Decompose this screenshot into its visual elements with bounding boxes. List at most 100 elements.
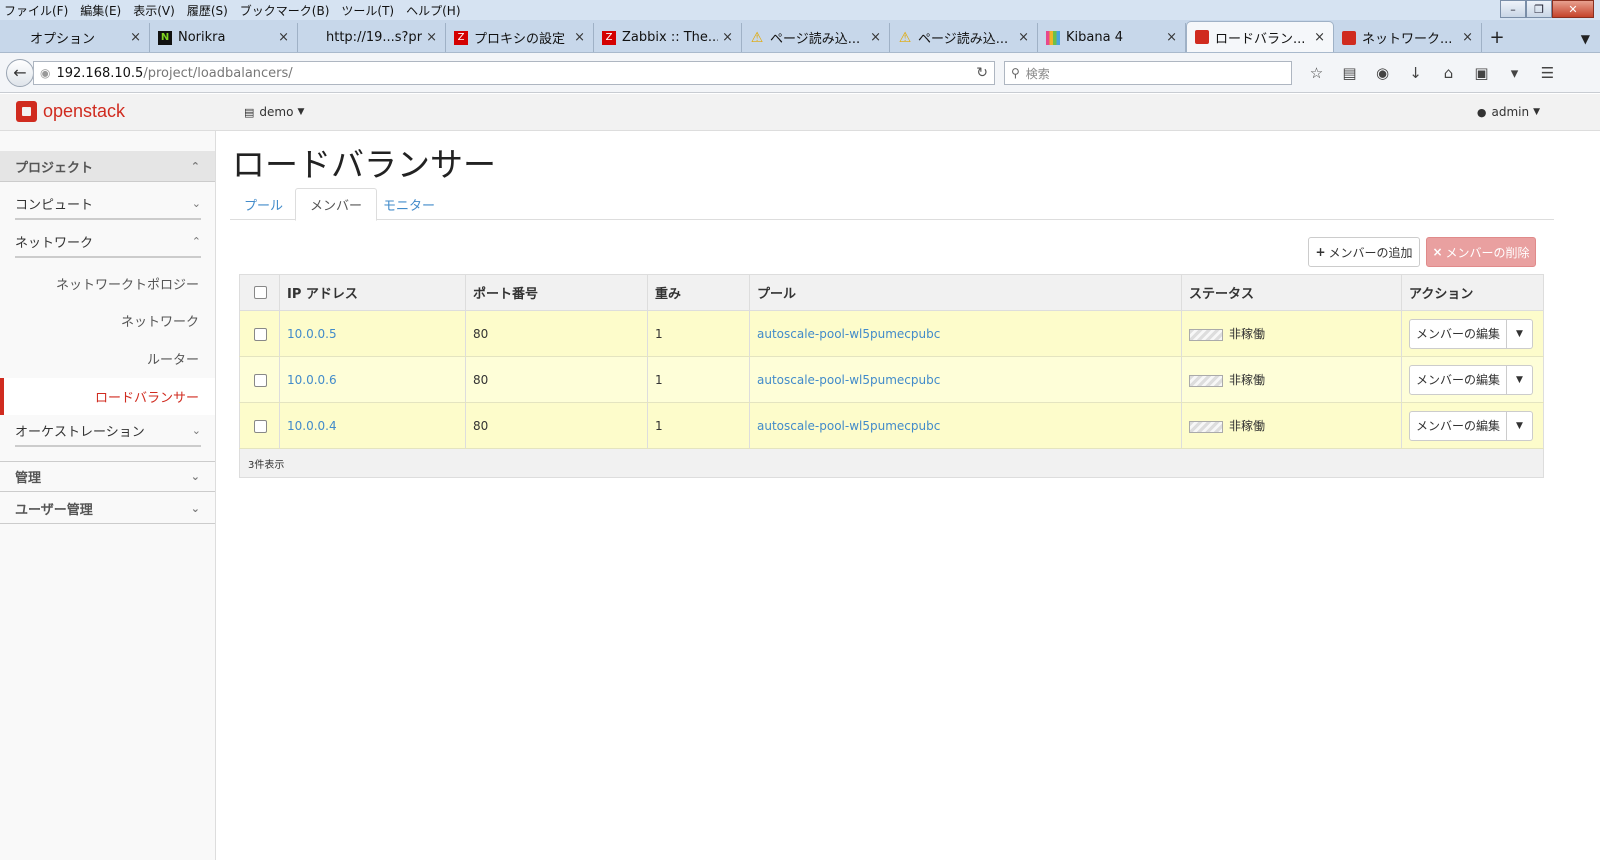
tab-close-icon[interactable]: × — [722, 30, 733, 45]
menu-file[interactable]: ファイル(F) — [4, 2, 68, 19]
select-all-checkbox[interactable] — [254, 286, 267, 299]
close-icon: × — [1432, 245, 1443, 259]
project-name: demo — [259, 105, 294, 119]
member-pool-link[interactable]: autoscale-pool-wl5pumecpubc — [749, 356, 1182, 403]
tab-members[interactable]: メンバー — [295, 188, 378, 221]
app-header: openstack ▤ demo ▼ ● admin ▼ — [0, 94, 1600, 131]
browser-tab[interactable]: N Norikra × — [150, 23, 298, 52]
caret-down-icon[interactable]: ▼ — [1507, 364, 1533, 395]
sidebar-section-network[interactable]: ネットワーク ⌃ — [15, 227, 201, 258]
reload-icon[interactable]: ↻ — [976, 65, 988, 81]
member-ip-link[interactable]: 10.0.0.6 — [279, 356, 466, 403]
browser-tab-label: ページ読み込... — [918, 32, 1009, 47]
browser-tab[interactable]: ⚠ ページ読み込... × — [742, 23, 890, 52]
tab-close-icon[interactable]: × — [1462, 30, 1473, 45]
sidebar-section-orchestration[interactable]: オーケストレーション ⌄ — [15, 416, 201, 447]
tab-close-icon[interactable]: × — [574, 30, 585, 45]
browser-tab[interactable]: ⚠ ページ読み込... × — [890, 23, 1038, 52]
browser-tab[interactable]: Kibana 4 × — [1038, 23, 1186, 52]
home-icon[interactable]: ⌂ — [1432, 61, 1465, 85]
row-checkbox[interactable] — [254, 327, 267, 341]
reading-list-icon[interactable]: ▤ — [1333, 61, 1366, 85]
tab-close-icon[interactable]: × — [278, 30, 289, 45]
bookmark-star-icon[interactable]: ☆ — [1300, 61, 1333, 85]
status-bar-icon — [1189, 374, 1223, 387]
edit-member-button[interactable]: メンバーの編集 — [1409, 318, 1507, 349]
member-pool-link[interactable]: autoscale-pool-wl5pumecpubc — [749, 402, 1182, 449]
tab-close-icon[interactable]: × — [1314, 30, 1325, 45]
member-ip-link[interactable]: 10.0.0.5 — [279, 310, 466, 357]
maximize-icon[interactable]: ❐ — [1526, 0, 1552, 18]
member-weight: 1 — [647, 310, 750, 357]
row-checkbox[interactable] — [254, 419, 267, 433]
sidebar-section-project[interactable]: プロジェクト ⌃ — [0, 151, 215, 182]
download-icon[interactable]: ↓ — [1399, 61, 1432, 85]
sidebar-item-load-balancers[interactable]: ロードバランサー — [0, 378, 215, 415]
sidebar-section-compute[interactable]: コンピュート ⌄ — [15, 189, 201, 220]
screenshot-icon[interactable]: ▣ — [1465, 61, 1498, 85]
caret-down-icon[interactable]: ▼ — [1507, 410, 1533, 441]
browser-tab[interactable]: http://19...s?pretty × — [298, 23, 446, 52]
browser-tab-active[interactable]: ロードバラン... × — [1186, 21, 1334, 52]
row-checkbox[interactable] — [254, 373, 267, 387]
url-host: 192.168.10.5 — [56, 65, 144, 81]
back-icon[interactable]: ← — [6, 58, 34, 87]
search-input[interactable]: ⚲ 検索 — [1004, 61, 1292, 85]
minimize-icon[interactable]: – — [1500, 0, 1526, 18]
dropdown-icon[interactable]: ▾ — [1498, 61, 1531, 85]
action-button-group: メンバーの編集 ▼ — [1409, 364, 1533, 395]
sidebar-item-networks[interactable]: ネットワーク — [121, 311, 199, 330]
tab-close-icon[interactable]: × — [426, 30, 437, 45]
menu-history[interactable]: 履歴(S) — [187, 2, 228, 19]
edit-member-button[interactable]: メンバーの編集 — [1409, 364, 1507, 395]
browser-tab-label: ネットワーク... — [1362, 32, 1453, 47]
add-member-button[interactable]: + メンバーの追加 — [1308, 237, 1420, 267]
user-menu[interactable]: ● admin ▼ — [1477, 105, 1540, 119]
sidebar-item-network-topology[interactable]: ネットワークトポロジー — [56, 274, 199, 293]
openstack-logo[interactable]: openstack — [16, 101, 125, 122]
url-bar[interactable]: ◉ 192.168.10.5/project/loadbalancers/ ↻ — [33, 61, 995, 85]
tab-close-icon[interactable]: × — [1166, 30, 1177, 45]
menu-help[interactable]: ヘルプ(H) — [406, 2, 460, 19]
status-text: 非稼働 — [1229, 419, 1266, 433]
pocket-icon[interactable]: ◉ — [1366, 61, 1399, 85]
menu-view[interactable]: 表示(V) — [133, 2, 175, 19]
sidebar-section-identity[interactable]: ユーザー管理 ⌄ — [0, 493, 215, 524]
column-header[interactable]: ポート番号 — [465, 274, 648, 311]
tab-pools[interactable]: プール — [230, 188, 297, 220]
menu-bookmarks[interactable]: ブックマーク(B) — [240, 2, 330, 19]
new-tab-icon[interactable]: + — [1482, 23, 1512, 52]
tab-close-icon[interactable]: × — [1018, 30, 1029, 45]
sidebar-item-routers[interactable]: ルーター — [147, 349, 199, 368]
edit-member-button[interactable]: メンバーの編集 — [1409, 410, 1507, 441]
tab-close-icon[interactable]: × — [870, 30, 881, 45]
browser-tab[interactable]: オプション × — [2, 23, 150, 52]
browser-tab[interactable]: ネットワーク... × — [1334, 23, 1482, 52]
caret-down-icon[interactable]: ▼ — [1507, 318, 1533, 349]
member-ip-link[interactable]: 10.0.0.4 — [279, 402, 466, 449]
project-selector[interactable]: ▤ demo ▼ — [244, 105, 304, 119]
column-header[interactable]: IP アドレス — [279, 274, 466, 311]
member-pool-link[interactable]: autoscale-pool-wl5pumecpubc — [749, 310, 1182, 357]
tab-close-icon[interactable]: × — [130, 30, 141, 45]
user-name: admin — [1491, 105, 1530, 119]
chevron-down-icon: ⌄ — [191, 424, 201, 437]
zabbix-icon: Z — [602, 30, 616, 45]
browser-tab-label: http://19...s?pretty — [326, 30, 422, 45]
menu-tools[interactable]: ツール(T) — [341, 2, 394, 19]
tab-monitors[interactable]: モニター — [369, 188, 449, 220]
table-header-row: IP アドレス ポート番号 重み プール ステータス アクション — [239, 274, 1544, 311]
column-header[interactable]: プール — [749, 274, 1182, 311]
hamburger-menu-icon[interactable]: ☰ — [1531, 61, 1564, 85]
browser-tab[interactable]: Z Zabbix :: The... × — [594, 23, 742, 52]
member-actions: メンバーの編集 ▼ — [1401, 402, 1544, 449]
menu-bar: ファイル(F) 編集(E) 表示(V) 履歴(S) ブックマーク(B) ツール(… — [0, 0, 1600, 20]
column-header[interactable]: 重み — [647, 274, 750, 311]
menu-edit[interactable]: 編集(E) — [80, 2, 121, 19]
close-window-icon[interactable]: ✕ — [1552, 0, 1594, 18]
sidebar-section-admin[interactable]: 管理 ⌄ — [0, 461, 215, 492]
browser-tab[interactable]: Z プロキシの設定 × — [446, 23, 594, 52]
tab-list-icon[interactable]: ▼ — [1581, 32, 1590, 46]
column-header[interactable]: ステータス — [1181, 274, 1402, 311]
delete-members-button[interactable]: × メンバーの削除 — [1426, 237, 1536, 267]
